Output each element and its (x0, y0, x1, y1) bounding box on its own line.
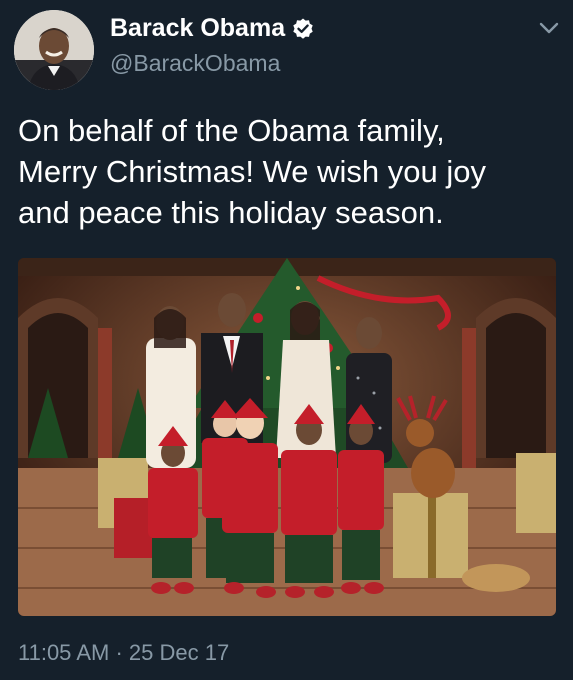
tweet-photo[interactable] (18, 258, 556, 616)
timestamp-separator: · (115, 640, 123, 665)
timestamp-date[interactable]: 25 Dec 17 (129, 640, 229, 665)
author-display-name[interactable]: Barack Obama (110, 14, 285, 43)
chevron-down-icon[interactable] (536, 18, 562, 38)
tweet-timestamp[interactable]: 11:05 AM · 25 Dec 17 (18, 640, 229, 666)
timestamp-time[interactable]: 11:05 AM (18, 640, 109, 665)
avatar[interactable] (14, 10, 94, 90)
author-handle[interactable]: @BarackObama (110, 50, 280, 77)
author-name-row[interactable]: Barack Obama (110, 14, 315, 43)
verified-badge-icon (293, 18, 313, 39)
tweet-text: On behalf of the Obama family, Merry Chr… (18, 113, 486, 230)
